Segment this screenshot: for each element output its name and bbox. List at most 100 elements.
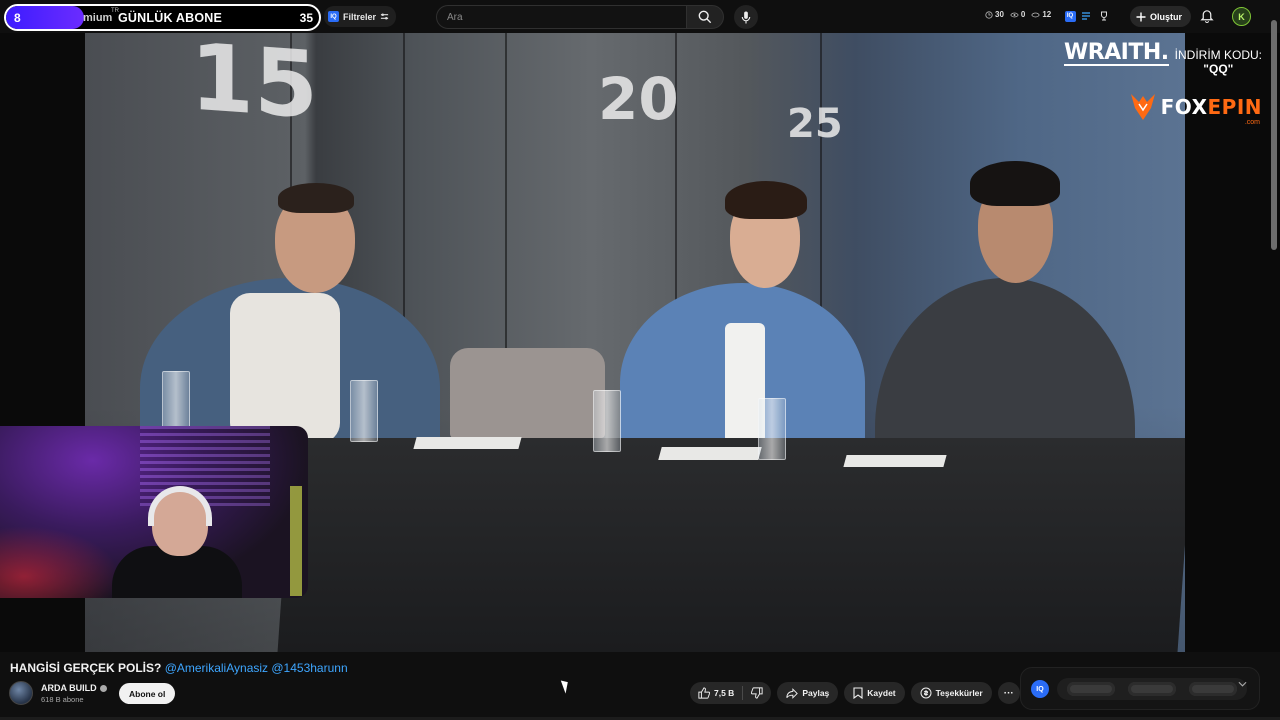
counter-title: GÜNLÜK ABONE xyxy=(118,11,223,25)
trophy-icon xyxy=(1101,11,1107,21)
subscriber-count: 618 B abone xyxy=(41,695,84,704)
wall-number-25: 25 xyxy=(787,101,843,147)
sponsor-overlay: WRAITH. İNDİRİM KODU: "QQ" FOXEPIN .com xyxy=(1063,40,1262,126)
thumbs-up-icon xyxy=(698,687,710,699)
extension-slot[interactable] xyxy=(1067,682,1116,696)
share-label: Paylaş xyxy=(802,688,830,698)
trophy-button[interactable] xyxy=(1098,10,1110,22)
extension-panel: IQ xyxy=(1020,667,1260,710)
account-avatar[interactable]: K xyxy=(1232,7,1251,26)
notifications-button[interactable] xyxy=(1200,8,1214,28)
extension-stats: 30 0 12 xyxy=(985,10,1051,19)
share-button[interactable]: Paylaş xyxy=(777,682,839,704)
bookmark-icon xyxy=(853,687,863,699)
person-left-shirt xyxy=(230,293,340,443)
super-thanks-icon xyxy=(920,687,932,699)
search-box xyxy=(436,5,686,29)
water-glass xyxy=(593,390,621,452)
person-left-hair xyxy=(278,183,354,213)
plus-icon xyxy=(1136,12,1146,21)
channel-name-text: ARDA BUILD xyxy=(41,683,97,693)
empty-chair xyxy=(450,348,605,438)
mention-link-2[interactable]: @1453harunn xyxy=(271,661,347,675)
search-input[interactable] xyxy=(437,6,686,28)
more-actions-button[interactable]: ··· xyxy=(997,682,1020,704)
channel-avatar[interactable] xyxy=(9,681,33,705)
foxepin-logo: FOXEPIN xyxy=(1064,92,1262,122)
sliders-icon xyxy=(380,13,389,20)
search-button[interactable] xyxy=(686,5,724,29)
discount-code: İNDİRİM KODU: "QQ" xyxy=(1175,48,1262,76)
wall-number-15: 15 xyxy=(190,33,319,140)
save-button[interactable]: Kaydet xyxy=(844,682,905,704)
daily-subscriber-counter-overlay: 8 mium TR GÜNLÜK ABONE 35 xyxy=(4,4,321,31)
bell-icon xyxy=(1200,10,1214,23)
table xyxy=(277,438,1185,652)
dislike-button[interactable] xyxy=(743,682,771,704)
discount-code-label: İNDİRİM KODU: xyxy=(1174,48,1262,62)
view-icon xyxy=(1031,12,1041,17)
thumbs-down-icon xyxy=(751,687,763,699)
red-light xyxy=(0,526,120,598)
person-right-hair xyxy=(970,161,1060,206)
extension-slot[interactable] xyxy=(1188,682,1237,696)
mouse-cursor xyxy=(560,678,572,694)
create-label: Oluştur xyxy=(1150,11,1183,22)
paper-sheet xyxy=(843,455,947,467)
save-label: Kaydet xyxy=(867,688,896,698)
stat-clock: 30 xyxy=(985,10,1004,19)
foxepin-text-b: EPIN xyxy=(1207,95,1262,119)
search-icon xyxy=(698,10,712,24)
discount-code-value: "QQ" xyxy=(1203,62,1234,76)
like-dislike-group: 7,5 B xyxy=(690,682,772,704)
list-button[interactable] xyxy=(1080,10,1092,22)
water-glass xyxy=(350,380,378,442)
voice-search-button[interactable] xyxy=(734,5,758,29)
thanks-label: Teşekkürler xyxy=(935,688,983,698)
eye-icon xyxy=(1010,12,1019,17)
video-title: HANGİSİ GERÇEK POLİS? @AmerikaliAynasiz … xyxy=(10,661,348,675)
iq-extension-button[interactable]: IQ xyxy=(1064,10,1076,22)
thanks-button[interactable]: Teşekkürler xyxy=(910,682,992,704)
foxepin-text-a: FOX xyxy=(1160,95,1208,119)
counter-goal: 35 xyxy=(299,11,313,25)
filters-button[interactable]: IQ Filtreler xyxy=(324,6,397,27)
extension-slots xyxy=(1057,678,1247,700)
water-glass xyxy=(162,371,190,433)
wraith-logo: WRAITH. xyxy=(1063,40,1169,66)
video-player[interactable]: 15 20 25 WRAITH. İNDİRİM KODU: "QQ" FOXE… xyxy=(0,33,1280,652)
channel-name[interactable]: ARDA BUILD xyxy=(41,683,107,693)
share-icon xyxy=(786,687,799,699)
microphone-icon xyxy=(741,10,751,24)
fox-icon xyxy=(1130,94,1155,120)
side-light xyxy=(290,486,302,596)
filters-label: Filtreler xyxy=(343,11,377,22)
like-button[interactable]: 7,5 B xyxy=(690,682,742,704)
chevron-down-icon[interactable] xyxy=(1238,681,1247,687)
list-icon xyxy=(1082,12,1090,20)
subscribe-button[interactable]: Abone ol xyxy=(119,683,176,704)
iq-extension-icon: IQ xyxy=(328,11,339,22)
counter-current: 8 xyxy=(14,11,21,25)
clock-icon xyxy=(985,10,993,19)
counter-label-fragment: mium xyxy=(83,12,113,24)
iq-icon: IQ xyxy=(1064,10,1076,22)
verified-icon xyxy=(99,684,107,692)
iq-logo-icon[interactable]: IQ xyxy=(1031,680,1049,698)
paper-sheet xyxy=(658,447,762,460)
foxepin-suffix: .com xyxy=(1244,119,1260,126)
stat-eye: 0 xyxy=(1010,10,1025,19)
video-info: HANGİSİ GERÇEK POLİS? @AmerikaliAynasiz … xyxy=(0,652,1280,720)
create-button[interactable]: Oluştur xyxy=(1130,6,1192,27)
extension-slot[interactable] xyxy=(1127,682,1176,696)
action-bar: 7,5 B Paylaş Kaydet Teşekkürler ··· xyxy=(690,682,1020,704)
paper-sheet xyxy=(413,437,522,449)
page-scrollbar[interactable] xyxy=(1271,20,1277,250)
wall-number-20: 20 xyxy=(598,65,679,133)
mention-link-1[interactable]: @AmerikaliAynasiz xyxy=(165,661,268,675)
water-glass xyxy=(758,398,786,460)
top-bar: 8 mium TR GÜNLÜK ABONE 35 IQ Filtreler 3… xyxy=(0,0,1280,33)
like-count: 7,5 B xyxy=(714,688,735,698)
video-title-text: HANGİSİ GERÇEK POLİS? xyxy=(10,661,162,675)
person-middle-hair xyxy=(725,181,807,219)
